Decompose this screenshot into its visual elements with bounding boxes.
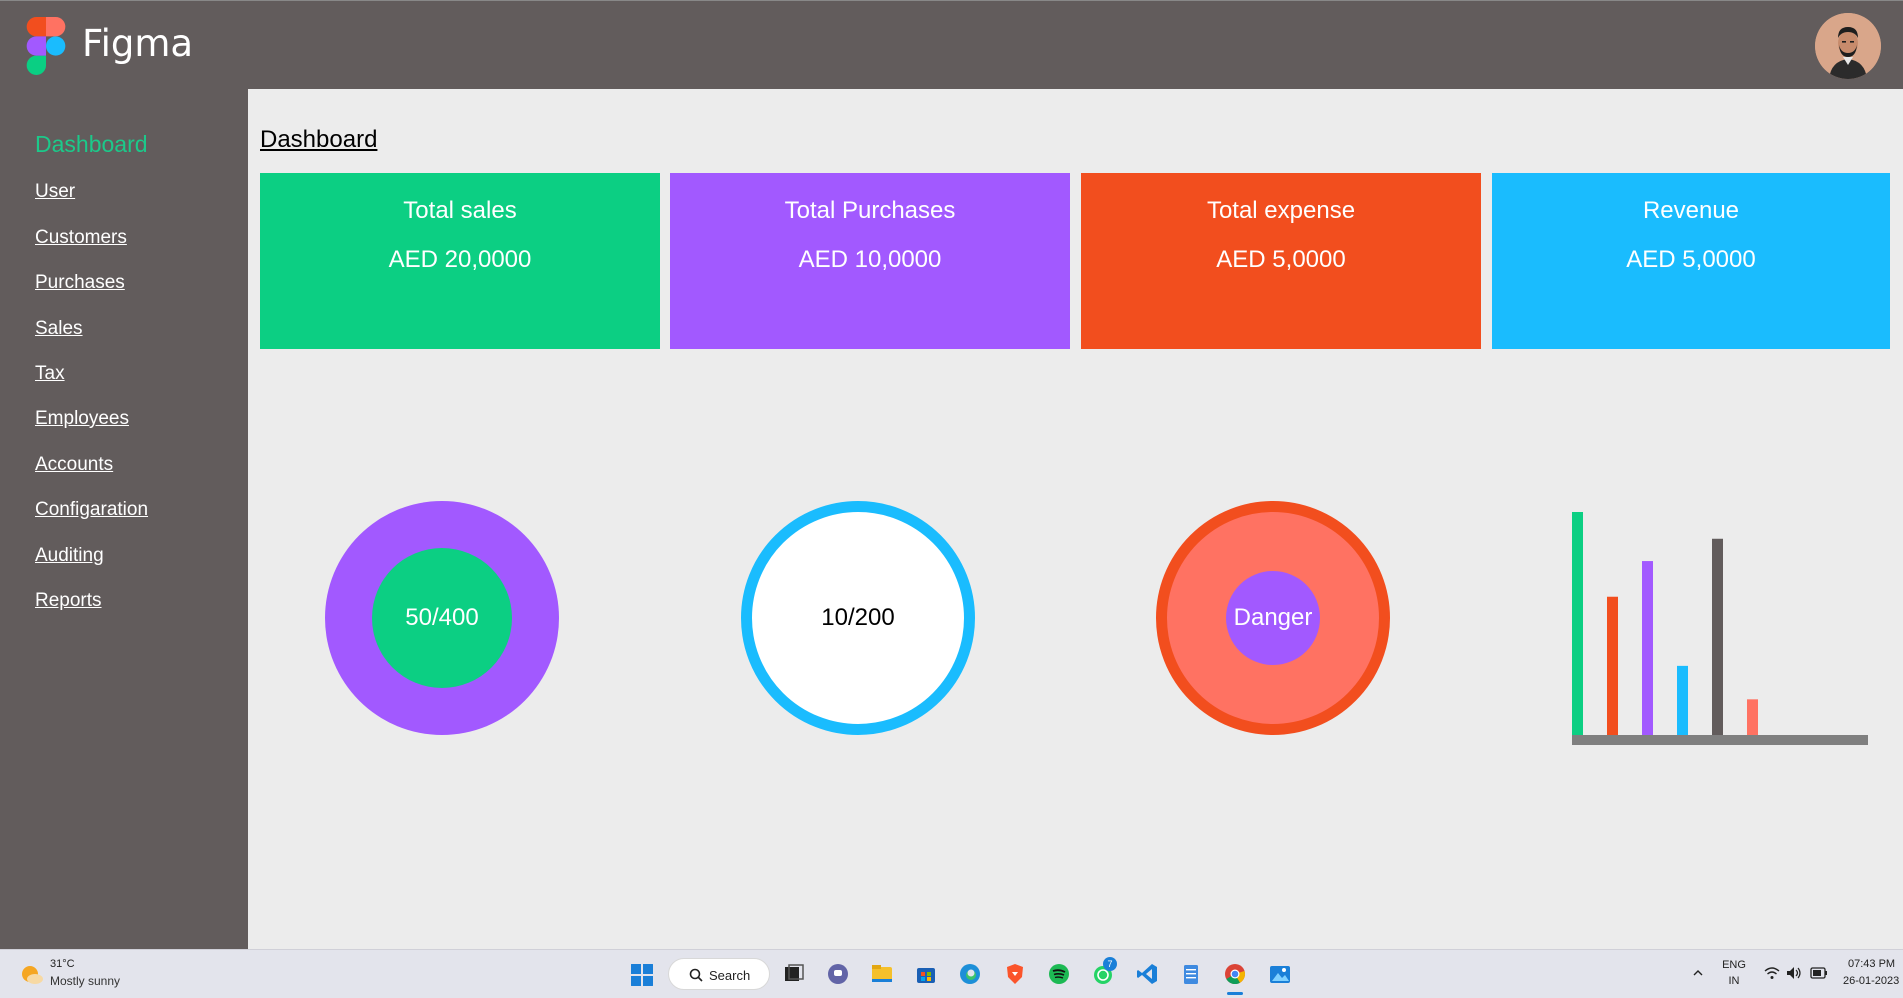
weather-sunny-icon[interactable] <box>18 960 44 986</box>
spotify-icon[interactable] <box>1047 962 1071 986</box>
search-label: Search <box>709 968 751 983</box>
clock-date[interactable]: 26-01-2023 <box>1843 975 1899 987</box>
total-purchases-card: Total Purchases AED 10,0000 <box>670 173 1070 349</box>
expense-danger-ring: Danger <box>1156 501 1390 735</box>
sidebar-item-employees[interactable]: Employees <box>35 408 129 430</box>
app-title: Figma <box>82 22 194 65</box>
windows-start-icon[interactable] <box>630 963 654 987</box>
card-title: Total Purchases <box>784 197 956 224</box>
user-avatar-icon <box>1815 13 1881 79</box>
search-icon <box>689 968 703 982</box>
taskbar-search-button[interactable]: Search <box>668 958 770 990</box>
language-region[interactable]: IN <box>1722 975 1746 987</box>
sidebar-item-sales[interactable]: Sales <box>35 318 83 340</box>
purchases-progress-label: 10/200 <box>821 604 895 631</box>
chevron-up-icon[interactable] <box>1692 967 1704 979</box>
clock-time[interactable]: 07:43 PM <box>1848 958 1895 970</box>
battery-icon[interactable] <box>1810 967 1828 979</box>
chart-baseline-axis <box>1572 735 1868 745</box>
sales-progress-inner: 50/400 <box>372 548 512 688</box>
wifi-icon[interactable] <box>1764 966 1780 980</box>
sales-progress-label: 50/400 <box>405 604 479 631</box>
danger-label: Danger <box>1233 604 1313 631</box>
card-value: AED 5,0000 <box>1626 246 1756 273</box>
figma-logo-icon <box>26 17 66 75</box>
bar-4 <box>1677 665 1688 735</box>
sidebar-item-reports[interactable]: Reports <box>35 590 102 612</box>
bar-chart <box>1572 512 1868 745</box>
vscode-icon[interactable] <box>1135 962 1159 986</box>
bar-2 <box>1607 596 1618 735</box>
teams-chat-icon[interactable] <box>826 962 850 986</box>
weather-condition[interactable]: Mostly sunny <box>50 974 120 988</box>
notepad-icon[interactable] <box>1179 962 1203 986</box>
edge-browser-icon[interactable] <box>958 962 982 986</box>
language-indicator[interactable]: ENG <box>1722 959 1746 971</box>
sidebar: Dashboard User Customers Purchases Sales… <box>0 89 248 949</box>
sidebar-item-accounts[interactable]: Accounts <box>35 454 113 476</box>
sidebar-item-dashboard[interactable]: Dashboard <box>35 131 148 158</box>
total-sales-card: Total sales AED 20,0000 <box>260 173 660 349</box>
photos-icon[interactable] <box>1268 962 1292 986</box>
card-value: AED 20,0000 <box>388 246 532 273</box>
total-expense-card: Total expense AED 5,0000 <box>1081 173 1481 349</box>
volume-icon[interactable] <box>1786 966 1802 980</box>
taskbar: 31°C Mostly sunny Search 7 ENG IN 07:43 … <box>0 949 1903 998</box>
sidebar-item-purchases[interactable]: Purchases <box>35 272 125 294</box>
purchases-progress-ring: 10/200 <box>741 501 975 735</box>
app-header: Figma <box>0 0 1903 89</box>
bar-6 <box>1747 699 1758 735</box>
sales-progress-ring: 50/400 <box>325 501 559 735</box>
file-explorer-icon[interactable] <box>870 962 894 986</box>
sidebar-item-user[interactable]: User <box>35 181 75 203</box>
sidebar-item-configaration[interactable]: Configaration <box>35 499 148 521</box>
user-avatar[interactable] <box>1815 13 1881 79</box>
active-app-indicator <box>1227 992 1243 995</box>
card-title: Revenue <box>1642 197 1740 224</box>
revenue-card: Revenue AED 5,0000 <box>1492 173 1890 349</box>
whatsapp-notification-badge: 7 <box>1103 957 1117 971</box>
card-title: Total expense <box>1206 197 1356 224</box>
card-value: AED 5,0000 <box>1216 246 1346 273</box>
bar-3 <box>1642 561 1653 735</box>
bar-5 <box>1712 538 1723 735</box>
bar-1 <box>1572 512 1583 735</box>
sidebar-item-tax[interactable]: Tax <box>35 363 65 385</box>
sidebar-item-auditing[interactable]: Auditing <box>35 545 104 567</box>
sidebar-item-customers[interactable]: Customers <box>35 227 127 249</box>
brave-browser-icon[interactable] <box>1003 962 1027 986</box>
chrome-browser-icon[interactable] <box>1223 962 1247 986</box>
card-value: AED 10,0000 <box>798 246 942 273</box>
danger-inner: Danger <box>1226 571 1320 665</box>
page-title[interactable]: Dashboard <box>260 126 377 154</box>
card-title: Total sales <box>403 197 517 224</box>
microsoft-store-icon[interactable] <box>914 962 938 986</box>
task-view-icon[interactable] <box>782 962 806 986</box>
weather-temperature[interactable]: 31°C <box>50 958 75 970</box>
